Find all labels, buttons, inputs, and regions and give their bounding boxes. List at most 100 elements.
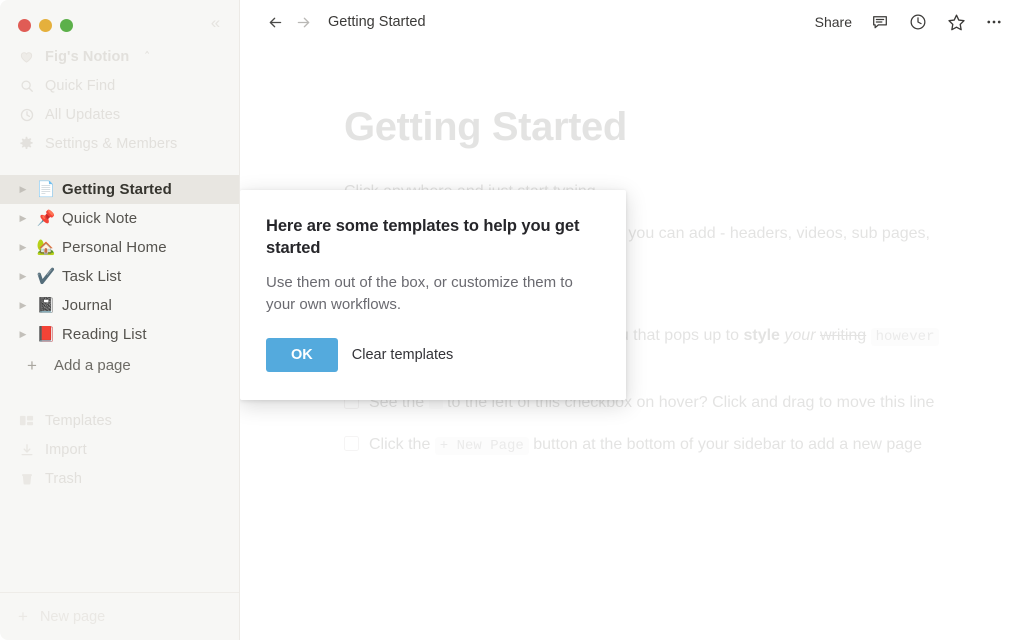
checklist-item[interactable]: Highlight any text, and use the menu tha…: [344, 323, 944, 375]
text-segment: Hit: [369, 225, 393, 242]
sidebar-item-getting-started[interactable]: ▶ 📄 Getting Started: [0, 175, 239, 204]
underline-segment: you: [369, 353, 395, 370]
share-button[interactable]: Share: [815, 14, 852, 30]
sidebar-item-label: Quick Note: [62, 210, 137, 227]
sidebar-item-journal[interactable]: ▶ 📓 Journal: [0, 291, 239, 320]
sidebar-item-templates[interactable]: Templates: [0, 406, 239, 435]
app-window: « Fig's Notion ⌃ Quick Find: [0, 0, 1024, 640]
add-a-page-button[interactable]: + Add a page: [0, 351, 239, 380]
sidebar: « Fig's Notion ⌃ Quick Find: [0, 0, 240, 640]
sidebar-item-label: Quick Find: [45, 78, 115, 94]
chevron-updown-icon: ⌃: [143, 49, 151, 64]
sidebar-item-task-list[interactable]: ▶ ✔️ Task List: [0, 262, 239, 291]
plus-icon: +: [22, 357, 42, 374]
disclosure-triangle-icon[interactable]: ▶: [16, 214, 30, 223]
sidebar-item-personal-home[interactable]: ▶ 🏡 Personal Home: [0, 233, 239, 262]
sidebar-item-label: Journal: [62, 297, 112, 314]
clock-icon[interactable]: [908, 12, 928, 32]
breadcrumb[interactable]: Getting Started: [328, 14, 426, 30]
trash-icon: [18, 470, 35, 487]
sidebar-item-import[interactable]: Import: [0, 435, 239, 464]
page-title: Getting Started: [344, 104, 944, 150]
zoom-window-button[interactable]: [60, 19, 73, 32]
page-icon: 📄: [36, 182, 56, 197]
sidebar-item-label: Getting Started: [62, 181, 172, 198]
disclosure-triangle-icon[interactable]: ▶: [16, 272, 30, 281]
drag-handle-icon: [429, 396, 443, 409]
notebook-icon: 📓: [36, 298, 56, 313]
gear-icon: [18, 135, 35, 152]
sidebar-item-label: Task List: [62, 268, 121, 285]
bold-segment: like: [399, 353, 426, 370]
checkbox[interactable]: [344, 225, 359, 240]
text-segment: Click the: [369, 436, 435, 453]
top-bar: Getting Started Share: [240, 0, 1024, 44]
new-page-button[interactable]: + New page: [0, 592, 239, 640]
disclosure-triangle-icon[interactable]: ▶: [16, 243, 30, 252]
checkbox[interactable]: [344, 327, 359, 342]
star-icon[interactable]: [946, 12, 966, 32]
checklist-item-text: Highlight any text, and use the menu tha…: [369, 323, 944, 375]
checklist-item-text: Click the + New Page button at the botto…: [369, 432, 922, 458]
checklist-item[interactable]: Hit / to see all the types of content yo…: [344, 221, 944, 273]
comment-icon[interactable]: [870, 12, 890, 32]
inline-code: + New Page: [435, 437, 529, 455]
checklist-item-text: See the to the left of this checkbox on …: [369, 390, 934, 416]
bold-segment: style: [743, 327, 779, 344]
sidebar-item-label: Templates: [45, 413, 112, 429]
sidebar-item-all-updates[interactable]: All Updates: [0, 100, 239, 129]
sub-page-label: Example sub page: [403, 289, 536, 307]
forward-button[interactable]: [290, 9, 316, 35]
sidebar-page-list: ▶ 📄 Getting Started ▶ 📌 Quick Note ▶ 🏡 P…: [0, 175, 239, 380]
sidebar-item-label: Reading List: [62, 326, 147, 343]
sidebar-item-trash[interactable]: Trash: [0, 464, 239, 493]
disclosure-triangle-icon[interactable]: ▶: [16, 301, 30, 310]
page-intro-paragraph: Click anywhere and just start typing: [344, 180, 944, 205]
back-button[interactable]: [262, 9, 288, 35]
sidebar-item-settings-members[interactable]: Settings & Members: [0, 129, 239, 158]
sidebar-item-quick-find[interactable]: Quick Find: [0, 71, 239, 100]
text-segment: Highlight any text, and use the menu tha…: [369, 327, 743, 344]
main-content: Getting Started Share: [240, 0, 1024, 640]
templates-icon: [18, 412, 35, 429]
sub-page-link[interactable]: Example sub page: [378, 289, 944, 307]
checkbox[interactable]: [344, 394, 359, 409]
checklist-item[interactable]: See the to the left of this checkbox on …: [344, 390, 944, 416]
sidebar-spacer: [0, 493, 239, 592]
pushpin-icon: 📌: [36, 211, 56, 226]
collapse-sidebar-icon[interactable]: «: [203, 10, 227, 34]
clock-icon: [18, 106, 35, 123]
plus-icon: +: [18, 608, 28, 625]
workspace-switcher[interactable]: Fig's Notion ⌃: [0, 42, 239, 71]
more-icon[interactable]: [984, 12, 1004, 32]
page-content: Getting Started Click anywhere and just …: [240, 44, 1024, 458]
close-window-button[interactable]: [18, 19, 31, 32]
text-segment: See the: [369, 394, 429, 411]
text-segment: to see all the types of content you can …: [369, 225, 930, 268]
house-icon: 🏡: [36, 240, 56, 255]
book-icon: 📕: [36, 327, 56, 342]
inline-code: /: [393, 226, 411, 244]
sidebar-item-label: Settings & Members: [45, 136, 177, 152]
sidebar-item-quick-note[interactable]: ▶ 📌 Quick Note: [0, 204, 239, 233]
minimize-window-button[interactable]: [39, 19, 52, 32]
disclosure-triangle-icon[interactable]: ▶: [16, 185, 30, 194]
search-icon: [18, 77, 35, 94]
inline-code: however: [871, 328, 940, 346]
checkbox[interactable]: [344, 436, 359, 451]
sidebar-item-label: Trash: [45, 471, 82, 487]
workspace-name: Fig's Notion: [45, 49, 129, 65]
sidebar-item-label: Import: [45, 442, 87, 458]
top-bar-actions: Share: [815, 12, 1004, 32]
sidebar-item-reading-list[interactable]: ▶ 📕 Reading List: [0, 320, 239, 349]
text-segment: to the left of this checkbox on hover? C…: [443, 394, 935, 411]
sidebar-top-section: Fig's Notion ⌃ Quick Find All Updates: [0, 36, 239, 158]
import-icon: [18, 441, 35, 458]
strikethrough-segment: writing: [820, 327, 866, 344]
new-page-label: New page: [40, 609, 105, 625]
sidebar-item-label: All Updates: [45, 107, 120, 123]
disclosure-triangle-icon[interactable]: ▶: [16, 330, 30, 339]
sidebar-utility-section: Templates Import Trash: [0, 406, 239, 493]
checklist-item[interactable]: Click the + New Page button at the botto…: [344, 432, 944, 458]
italic-segment: your: [784, 327, 815, 344]
